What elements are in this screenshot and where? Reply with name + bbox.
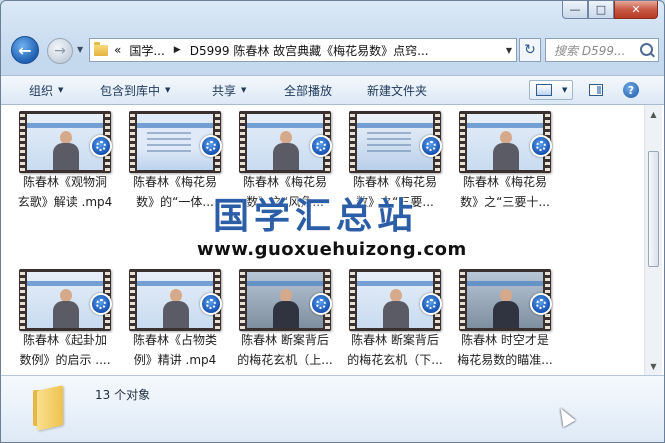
media-player-icon (200, 135, 222, 157)
back-button[interactable]: ← (11, 36, 39, 64)
media-player-icon (90, 293, 112, 315)
file-name-line-2: 例》精讲 .mp4 (133, 353, 217, 367)
file-name-line-1: 陈春林 断案背后 (241, 333, 329, 347)
forward-button[interactable]: → (47, 38, 73, 64)
media-player-icon (310, 135, 332, 157)
file-name: 陈春林 断案背后 的梅花玄机（上... (233, 330, 337, 370)
organize-menu[interactable]: 组织 ▼ (29, 76, 63, 104)
file-name: 陈春林《观物洞 玄歌》解读 .mp4 (13, 172, 117, 212)
file-name-line-1: 陈春林 时空才是 (461, 333, 549, 347)
scrollbar-thumb[interactable] (648, 151, 659, 267)
minimize-button[interactable]: — (562, 1, 588, 19)
new-folder-label: 新建文件夹 (367, 83, 428, 98)
file-name: 陈春林《梅花易 数》之“三要十... (453, 172, 557, 212)
file-name-line-2: 玄歌》解读 .mp4 (17, 195, 113, 209)
view-icon (536, 84, 552, 96)
file-name-line-2: 梅花易数的瞄准... (457, 353, 553, 367)
chevron-down-icon: ▼ (241, 86, 247, 94)
file-name-line-1: 陈春林《占物类 (132, 333, 217, 347)
close-button[interactable]: ✕ (614, 1, 658, 19)
chevron-down-icon: ▼ (58, 86, 64, 94)
media-player-icon (530, 293, 552, 315)
media-player-icon (310, 293, 332, 315)
help-icon[interactable]: ? (623, 82, 639, 98)
file-name-line-2: 数》之“三要十... (460, 195, 550, 209)
chevron-down-icon: ▼ (165, 86, 171, 94)
command-bar: 组织 ▼ 包含到库中 ▼ 共享 ▼ 全部播放 新建文件夹 ▼ ? (1, 75, 664, 105)
caption-buttons: — □ ✕ (562, 1, 658, 19)
arrow-right-icon: → (54, 43, 66, 59)
breadcrumb-segment-2[interactable]: D5999 陈春林 故宫典藏《梅花易数》点窍... (190, 42, 429, 59)
file-name-line-1: 陈春林《梅花易 (132, 175, 217, 189)
file-name-line-1: 陈春林《梅花易 (462, 175, 547, 189)
file-name-line-2: 的梅花玄机（下... (347, 353, 443, 367)
organize-label: 组织 (29, 83, 54, 98)
include-library-label: 包含到库中 (100, 83, 161, 98)
chevron-down-icon: ▼ (562, 86, 568, 94)
folder-icon (94, 41, 108, 56)
share-label: 共享 (212, 83, 237, 98)
file-name: 陈春林 时空才是 梅花易数的瞄准... (453, 330, 557, 370)
file-name-line-1: 陈春林《观物洞 (22, 175, 107, 189)
maximize-button[interactable]: □ (588, 1, 614, 19)
file-name-line-1: 陈春林《起卦加 (22, 333, 107, 347)
media-player-icon (420, 135, 442, 157)
recent-pages-dropdown[interactable]: ▼ (77, 45, 83, 54)
new-folder-button[interactable]: 新建文件夹 (367, 76, 427, 104)
vertical-scrollbar[interactable]: ▲ ▼ (644, 105, 662, 375)
breadcrumb-segment-1[interactable]: 国学... (129, 42, 164, 59)
file-name-line-2: 数》的“一体... (136, 195, 214, 209)
refresh-icon: ↻ (524, 42, 536, 58)
search-icon (640, 43, 653, 56)
file-name: 陈春林《起卦加 数例》的启示 .... (13, 330, 117, 370)
play-all-label: 全部播放 (284, 83, 333, 98)
file-name: 陈春林《占物类 例》精讲 .mp4 (123, 330, 227, 370)
breadcrumb-separator-icon[interactable]: ▶ (174, 45, 181, 55)
watermark-title: 国学汇总站 (213, 196, 419, 237)
change-view-button[interactable]: ▼ (529, 80, 573, 100)
file-name-line-2: 的梅花玄机（上... (237, 353, 333, 367)
item-count: 13 个对象 (95, 388, 151, 402)
play-all-button[interactable]: 全部播放 (284, 76, 332, 104)
file-name: 陈春林 断案背后 的梅花玄机（下... (343, 330, 447, 370)
media-player-icon (530, 135, 552, 157)
media-player-icon (200, 293, 222, 315)
file-name-line-1: 陈春林 断案背后 (351, 333, 439, 347)
media-player-icon (90, 135, 112, 157)
file-name: 陈春林《梅花易 数》的“一体... (123, 172, 227, 212)
file-name-line-2: 数例》的启示 .... (19, 353, 111, 367)
chevron-down-icon: ▼ (77, 45, 84, 54)
address-dropdown-icon[interactable]: ▼ (506, 46, 512, 55)
refresh-button[interactable]: ↻ (519, 38, 541, 62)
scroll-up-icon[interactable]: ▲ (647, 107, 660, 121)
address-bar[interactable]: « 国学... ▶ D5999 陈春林 故宫典藏《梅花易数》点窍... ▼ (89, 38, 517, 62)
watermark-url: www.guoxuehuizong.com (197, 239, 467, 260)
media-player-icon (420, 293, 442, 315)
include-library-menu[interactable]: 包含到库中 ▼ (100, 76, 170, 104)
navigation-bar: ← → ▼ « 国学... ▶ D5999 陈春林 故宫典藏《梅花易数》点窍..… (7, 35, 659, 65)
folder-icon (33, 385, 67, 431)
arrow-left-icon: ← (18, 40, 32, 60)
search-placeholder: 搜索 D599... (554, 43, 626, 58)
share-menu[interactable]: 共享 ▼ (212, 76, 246, 104)
address-overflow[interactable]: « (114, 43, 121, 57)
search-input[interactable]: 搜索 D599... (545, 38, 659, 62)
explorer-window: — □ ✕ ← → ▼ « 国学... ▶ D5999 陈春林 故宫典藏《梅花易… (0, 0, 665, 443)
scroll-down-icon[interactable]: ▼ (647, 359, 660, 373)
preview-pane-icon[interactable] (589, 84, 603, 96)
